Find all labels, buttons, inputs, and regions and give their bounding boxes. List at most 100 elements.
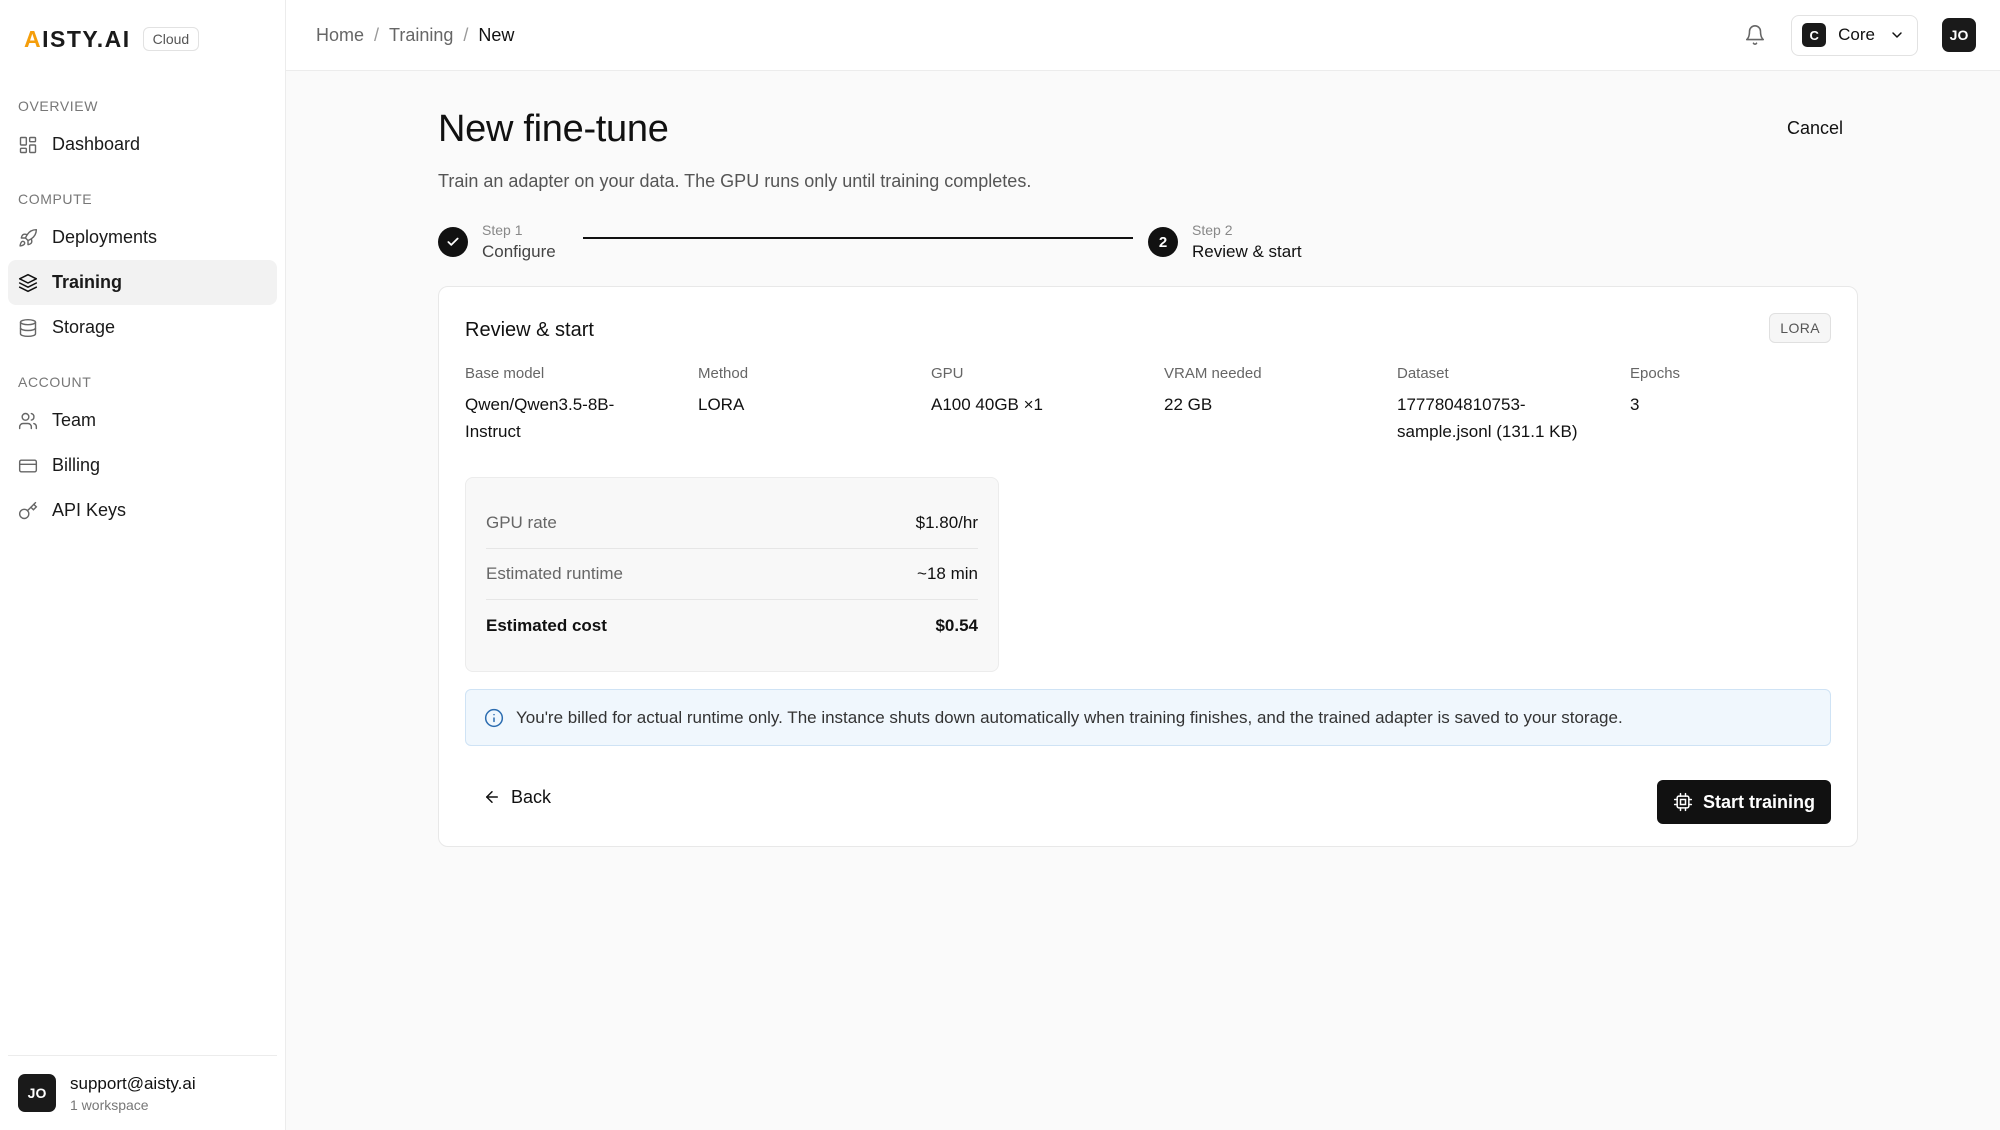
- cost-label: Estimated runtime: [486, 564, 623, 583]
- logo-text: ISTY.AI: [42, 25, 131, 52]
- method-badge: LORA: [1769, 313, 1831, 343]
- breadcrumb-separator: /: [374, 24, 380, 45]
- avatar: JO: [18, 1074, 56, 1112]
- start-label: Start training: [1702, 791, 1815, 812]
- users-icon: [18, 411, 38, 431]
- detail-label: GPU: [931, 365, 964, 382]
- sidebar-item-label: Storage: [52, 317, 116, 337]
- topbar-actions: C Core JO: [1743, 14, 1976, 56]
- nav-section-overview: OVERVIEW: [18, 98, 99, 114]
- layers-icon: [18, 273, 38, 293]
- user-meta: support@aisty.ai 1 workspace: [70, 1074, 196, 1113]
- step-connector: [583, 237, 1133, 239]
- cost-summary: GPU rate $1.80/hr Estimated runtime ~18 …: [465, 477, 999, 672]
- detail-vram: VRAM needed 22 GB: [1164, 365, 1397, 445]
- brand: A ISTY.AI Cloud: [0, 0, 285, 78]
- sidebar-item-team[interactable]: Team: [8, 398, 277, 443]
- sidebar-item-label: Billing: [52, 455, 101, 475]
- chevron-down-icon: [1889, 27, 1905, 43]
- start-training-button[interactable]: Start training: [1656, 780, 1831, 824]
- grid-icon: [18, 135, 38, 155]
- sidebar-item-deployments[interactable]: Deployments: [8, 215, 277, 260]
- sidebar-item-api-keys[interactable]: API Keys: [8, 488, 277, 533]
- cancel-button[interactable]: Cancel: [1787, 118, 1843, 139]
- page-title: New fine-tune: [438, 108, 669, 150]
- topbar: Home / Training / New C Core JO: [286, 0, 2000, 71]
- page-subtitle: Train an adapter on your data. The GPU r…: [438, 171, 1032, 191]
- cost-row-runtime: Estimated runtime ~18 min: [486, 549, 978, 600]
- main: Home / Training / New C Core JO New fine…: [286, 0, 2000, 1130]
- user-avatar-button[interactable]: JO: [1942, 18, 1976, 52]
- nav-section-compute: COMPUTE: [18, 191, 93, 207]
- detail-value: 3: [1630, 395, 1640, 414]
- detail-label: Dataset: [1397, 365, 1449, 382]
- detail-label: Base model: [465, 365, 545, 382]
- arrow-left-icon: [483, 788, 501, 806]
- breadcrumb-home[interactable]: Home: [316, 25, 364, 46]
- sidebar-item-billing[interactable]: Billing: [8, 443, 277, 488]
- sidebar-item-storage[interactable]: Storage: [8, 305, 277, 350]
- app: A ISTY.AI Cloud OVERVIEW Dashboard COMPUT…: [0, 0, 2000, 1130]
- sidebar-item-label: API Keys: [52, 500, 127, 520]
- info-text: You're billed for actual runtime only. T…: [516, 707, 1623, 727]
- sidebar-item-label: Training: [52, 272, 123, 292]
- breadcrumb-current: New: [478, 24, 515, 45]
- step-text: Step 1 Configure: [482, 222, 556, 262]
- nav-section-account: ACCOUNT: [18, 374, 92, 390]
- step-2: 2 Step 2 Review & start: [1148, 222, 1302, 262]
- detail-value: 1777804810753- sample.jsonl (131.1 KB): [1397, 395, 1578, 441]
- step-label: Step 2: [1192, 222, 1233, 238]
- info-icon: [484, 708, 504, 728]
- detail-value: Qwen/Qwen3.5-8B- Instruct: [465, 395, 615, 441]
- sidebar-item-dashboard[interactable]: Dashboard: [8, 122, 277, 167]
- cost-value: $0.54: [935, 615, 978, 635]
- page-content: New fine-tune Cancel Train an adapter on…: [438, 71, 1858, 847]
- cpu-icon: [1673, 792, 1693, 812]
- key-icon: [18, 501, 38, 521]
- sidebar-item-label: Team: [52, 410, 97, 430]
- step-title: Configure: [482, 242, 556, 261]
- step-1[interactable]: Step 1 Configure: [438, 222, 556, 262]
- review-card: Review & start LORA Base model Qwen/Qwen…: [438, 286, 1858, 847]
- credit-card-icon: [18, 456, 38, 476]
- user-workspace-count: 1 workspace: [70, 1096, 149, 1113]
- stepper: Step 1 Configure 2 Step 2 Review & start: [438, 216, 1858, 276]
- breadcrumb-training[interactable]: Training: [389, 25, 453, 46]
- bell-icon[interactable]: [1743, 23, 1767, 47]
- workspace-switcher[interactable]: C Core: [1791, 14, 1918, 56]
- details-grid: Base model Qwen/Qwen3.5-8B- Instruct Met…: [465, 365, 1780, 445]
- logo[interactable]: A ISTY.AI: [24, 26, 131, 53]
- step-number: 2: [1148, 227, 1178, 257]
- user-profile[interactable]: JO support@aisty.ai 1 workspace: [8, 1055, 277, 1130]
- check-icon: [438, 227, 468, 257]
- cost-row-gpu-rate: GPU rate $1.80/hr: [486, 498, 978, 549]
- sidebar-item-label: Dashboard: [52, 134, 141, 154]
- sidebar: A ISTY.AI Cloud OVERVIEW Dashboard COMPUT…: [0, 0, 286, 1130]
- cost-row-total: Estimated cost $0.54: [486, 600, 978, 651]
- sidebar-item-training[interactable]: Training: [8, 260, 277, 305]
- detail-method: Method LORA: [698, 365, 931, 445]
- detail-base-model: Base model Qwen/Qwen3.5-8B- Instruct: [465, 365, 698, 445]
- workspace-name: Core: [1838, 25, 1875, 44]
- cost-value: $1.80/hr: [915, 513, 978, 532]
- back-label: Back: [511, 786, 552, 807]
- cost-label: Estimated cost: [486, 615, 607, 635]
- step-text: Step 2 Review & start: [1192, 222, 1302, 262]
- step-title: Review & start: [1192, 242, 1302, 261]
- detail-gpu: GPU A100 40GB ×1: [931, 365, 1164, 445]
- detail-value: A100 40GB ×1: [931, 395, 1044, 414]
- cloud-badge: Cloud: [142, 27, 200, 51]
- rocket-icon: [18, 228, 38, 248]
- logo-mark: A: [24, 25, 43, 52]
- detail-epochs: Epochs 3: [1630, 365, 1780, 445]
- cost-label: GPU rate: [486, 513, 557, 532]
- back-button[interactable]: Back: [465, 777, 569, 817]
- database-icon: [18, 318, 38, 338]
- detail-label: Method: [698, 365, 749, 382]
- step-label: Step 1: [482, 222, 523, 238]
- detail-label: VRAM needed: [1164, 365, 1262, 382]
- workspace-badge: C: [1802, 23, 1827, 47]
- billing-info-alert: You're billed for actual runtime only. T…: [465, 689, 1831, 746]
- breadcrumb: Home / Training / New: [316, 25, 514, 46]
- cost-value: ~18 min: [917, 564, 978, 583]
